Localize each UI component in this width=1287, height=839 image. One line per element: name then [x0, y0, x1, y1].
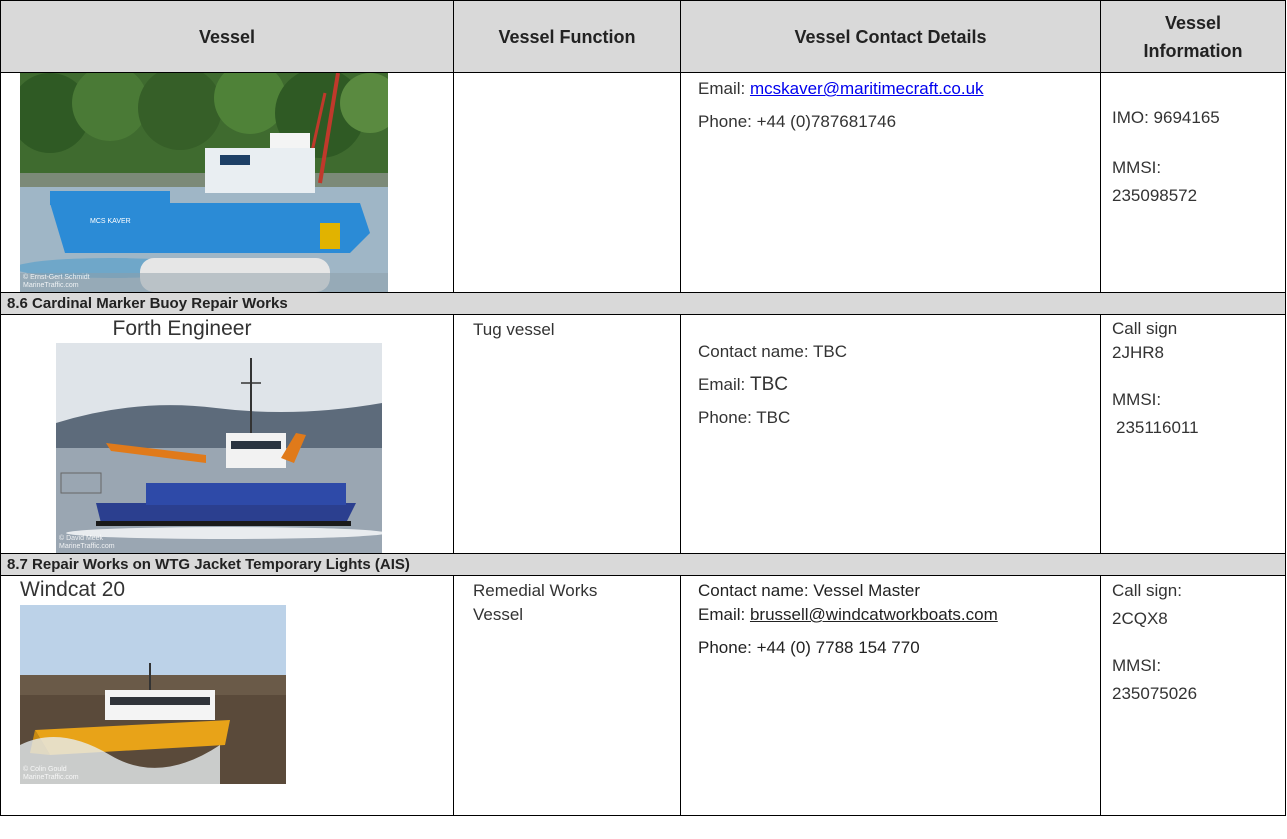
vessel-cell: Windcat 20 © Colin Gould MarineTraffic.co…: [0, 575, 454, 816]
table-row: MCS KAVER © Ernst-Gert Schmidt MarineTraf…: [0, 72, 1286, 293]
section-heading: 8.7 Repair Works on WTG Jacket Temporary…: [0, 553, 1286, 576]
email-link[interactable]: brussell@windcatworkboats.com: [750, 605, 998, 624]
photo-credit: © David Meek MarineTraffic.com: [59, 535, 115, 550]
vessel-photo-mcs-kaver: MCS KAVER © Ernst-Gert Schmidt MarineTraf…: [20, 73, 388, 292]
photo-credit: © Ernst-Gert Schmidt MarineTraffic.com: [23, 274, 90, 289]
phone-line: Phone: +44 (0) 7788 154 770: [698, 638, 920, 657]
callsign-value: 2JHR8: [1112, 343, 1164, 362]
vessel-photo-windcat-20: © Colin Gould MarineTraffic.com: [20, 605, 286, 784]
info-cell: Call sign: 2CQX8 MMSI: 235075026: [1100, 575, 1286, 816]
mmsi-number: 235116011: [1116, 418, 1199, 437]
vessel-table: Vessel Vessel Function Vessel Contact De…: [0, 0, 1286, 816]
vessel-name: Forth Engineer: [112, 317, 252, 340]
callsign-label: Call sign:: [1112, 581, 1182, 600]
vessel-name: Windcat 20: [20, 578, 126, 601]
table-row: Forth Engineer © David Meek MarineTraffi…: [0, 314, 1286, 554]
phone-line: Phone: TBC: [698, 408, 791, 427]
function-cell: [453, 72, 681, 293]
vessel-function-line2: Vessel: [473, 605, 524, 624]
imo-number: IMO: 9694165: [1112, 108, 1220, 127]
vessel-function-line1: Remedial Works: [473, 581, 598, 600]
vessel-photo-image: [20, 605, 286, 784]
vessel-function: Tug vessel: [473, 320, 555, 339]
table-row: Windcat 20 © Colin Gould MarineTraffic.co…: [0, 575, 1286, 816]
vessel-photo-image: [56, 343, 382, 553]
mmsi-label: MMSI:: [1112, 656, 1162, 675]
phone-line: Phone: +44 (0)787681746: [698, 112, 897, 131]
mmsi-number: 235098572: [1112, 186, 1198, 205]
header-vessel: Vessel: [0, 0, 454, 73]
contact-cell: Email: mcskaver@maritimecraft.co.uk Phon…: [680, 72, 1101, 293]
document-page: Vessel Vessel Function Vessel Contact De…: [0, 0, 1287, 839]
email-value: TBC: [749, 374, 788, 395]
header-vessel-information: Vessel Information: [1100, 0, 1286, 73]
email-line: Email: mcskaver@maritimecraft.co.uk: [698, 79, 984, 98]
section-row: 8.7 Repair Works on WTG Jacket Temporary…: [0, 553, 1286, 576]
vessel-photo-image: MCS KAVER: [20, 73, 388, 292]
info-cell: IMO: 9694165 MMSI: 235098572: [1100, 72, 1286, 293]
mmsi-number: 235075026: [1112, 684, 1198, 703]
header-vessel-function: Vessel Function: [453, 0, 681, 73]
svg-text:MCS KAVER: MCS KAVER: [90, 218, 131, 225]
photo-credit: © Colin Gould MarineTraffic.com: [23, 766, 79, 781]
contact-name: Contact name: TBC: [698, 342, 847, 361]
mmsi-label: MMSI:: [1112, 390, 1162, 409]
callsign-value: 2CQX8: [1112, 609, 1168, 628]
email-line: Email: brussell@windcatworkboats.com: [698, 605, 998, 624]
function-cell: Tug vessel: [453, 314, 681, 554]
vessel-photo-forth-engineer: © David Meek MarineTraffic.com: [56, 343, 382, 553]
callsign-label: Call sign: [1112, 319, 1178, 338]
contact-cell: Contact name: Vessel Master Email: bruss…: [680, 575, 1101, 816]
header-row: Vessel Vessel Function Vessel Contact De…: [0, 0, 1286, 73]
section-heading: 8.6 Cardinal Marker Buoy Repair Works: [0, 292, 1286, 315]
email-link[interactable]: mcskaver@maritimecraft.co.uk: [750, 79, 984, 98]
function-cell: Remedial Works Vessel: [453, 575, 681, 816]
contact-name: Contact name: Vessel Master: [698, 581, 921, 600]
vessel-cell: Forth Engineer © David Meek MarineTraffi…: [0, 314, 454, 554]
header-contact-details: Vessel Contact Details: [680, 0, 1101, 73]
contact-cell: Contact name: TBC Email: TBC Phone: TBC: [680, 314, 1101, 554]
section-row: 8.6 Cardinal Marker Buoy Repair Works: [0, 292, 1286, 315]
mmsi-label: MMSI:: [1112, 158, 1162, 177]
info-cell: Call sign 2JHR8 MMSI: 235116011: [1100, 314, 1286, 554]
vessel-cell: MCS KAVER © Ernst-Gert Schmidt MarineTraf…: [0, 72, 454, 293]
email-line: Email: TBC: [698, 374, 788, 395]
